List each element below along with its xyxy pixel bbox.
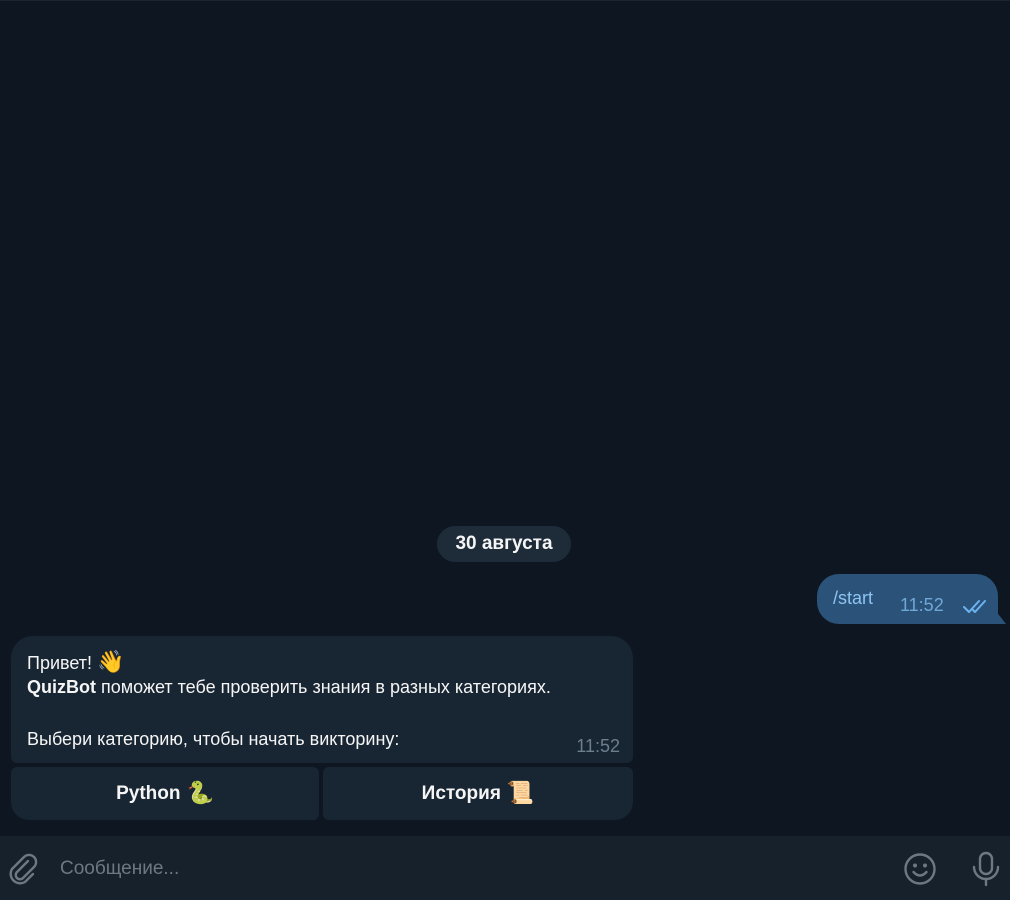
message-area[interactable]: 30 августа /start 11:52 Привет! 👋 QuizBo…: [0, 1, 1010, 836]
microphone-icon[interactable]: [970, 851, 1002, 887]
intro-text: поможет тебе проверить знания в разных к…: [96, 677, 551, 697]
date-separator: 30 августа: [437, 526, 571, 562]
greeting-line: Привет! 👋: [27, 650, 124, 675]
paperclip-icon[interactable]: [6, 852, 40, 886]
scroll-emoji: 📜: [506, 781, 535, 806]
date-separator-label: 30 августа: [455, 533, 553, 554]
message-composer: [0, 836, 1010, 900]
incoming-message[interactable]: Привет! 👋 QuizBot поможет тебе проверить…: [11, 636, 633, 763]
history-button-label: История: [421, 782, 501, 804]
python-button-label: Python: [116, 782, 181, 804]
history-category-button[interactable]: История 📜: [323, 767, 633, 820]
incoming-message-time: 11:52: [576, 736, 620, 756]
intro-line: QuizBot поможет тебе проверить знания в …: [27, 677, 551, 698]
snake-emoji: 🐍: [186, 781, 214, 806]
outgoing-message-time: 11:52: [900, 595, 944, 615]
instruction-line: Выбери категорию, чтобы начать викторину…: [27, 729, 399, 750]
chat-window: 30 августа /start 11:52 Привет! 👋 QuizBo…: [0, 0, 1010, 900]
greeting-text: Привет!: [27, 653, 93, 673]
message-input[interactable]: [58, 848, 882, 890]
bot-name: QuizBot: [27, 677, 96, 697]
smiley-icon[interactable]: [903, 852, 937, 886]
instruction-text: Выбери категорию, чтобы начать викторину…: [27, 729, 400, 749]
outgoing-message-text: /start: [833, 588, 874, 608]
double-check-icon: [963, 600, 986, 613]
python-category-button[interactable]: Python 🐍: [11, 767, 319, 820]
outgoing-message[interactable]: /start 11:52: [817, 574, 998, 624]
waving-hand-emoji: 👋: [97, 650, 125, 675]
